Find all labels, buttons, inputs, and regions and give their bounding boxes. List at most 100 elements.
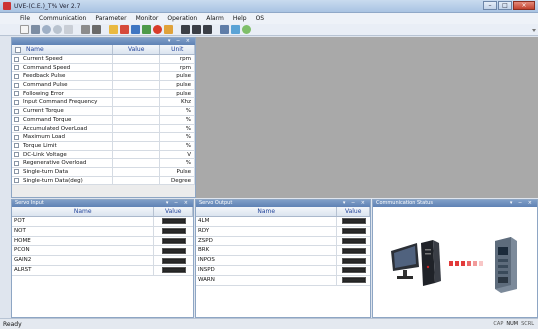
table-row[interactable]: Feedback Pulse pulse	[12, 72, 195, 82]
help-icon[interactable]	[220, 25, 229, 34]
row-checkbox[interactable]	[14, 108, 19, 114]
monitor-item-name[interactable]: Input Command Frequency	[12, 98, 113, 107]
alarm-icon[interactable]	[153, 25, 162, 34]
table-row[interactable]: Accumulated OverLoad%	[12, 124, 195, 134]
row-checkbox[interactable]	[14, 73, 19, 79]
monitor-unit-header[interactable]: Unit	[160, 45, 195, 54]
servo-input-name-header[interactable]: Name	[12, 207, 155, 216]
table-row[interactable]: Following Error pulse	[12, 89, 195, 99]
table-row[interactable]: Command Torque%	[12, 115, 195, 125]
status-bar: Ready CAP NUM SCRL	[0, 318, 538, 329]
new-file-icon[interactable]	[20, 25, 29, 34]
menu-communication[interactable]: Communication	[39, 15, 86, 22]
signal-led-indicator	[341, 218, 366, 225]
table-row[interactable]: Command Speed rpm	[12, 63, 195, 73]
row-checkbox[interactable]	[14, 56, 19, 62]
signal-led-indicator	[161, 247, 186, 254]
settings-icon[interactable]	[242, 25, 251, 34]
jog-icon[interactable]	[142, 25, 151, 34]
table-row[interactable]: Regenerative Overload%	[12, 159, 195, 168]
monitor-item-name[interactable]: Command Pulse	[12, 81, 113, 89]
row-checkbox[interactable]	[14, 65, 19, 71]
row-checkbox[interactable]	[14, 82, 19, 88]
disconnect-icon[interactable]	[42, 25, 51, 34]
monitor-item-name[interactable]: Accumulated OverLoad	[12, 124, 113, 133]
monitor-item-name[interactable]: Following Error	[12, 89, 113, 98]
row-checkbox[interactable]	[14, 152, 19, 158]
minimize-button[interactable]: –	[483, 1, 497, 10]
table-row[interactable]: Command Pulse pulse	[12, 81, 195, 90]
monitor-item-name[interactable]: Single-turn Data(deg)	[12, 176, 113, 185]
window-layout-2-icon[interactable]	[192, 25, 201, 34]
monitor-item-value	[113, 124, 161, 133]
row-checkbox[interactable]	[14, 91, 19, 97]
row-checkbox[interactable]	[14, 169, 19, 175]
table-row[interactable]: Single-turn Data Pulse	[12, 167, 195, 177]
row-checkbox[interactable]	[14, 143, 19, 149]
servo-input-body: POT NOT HOME PCON GAIN2 ALRST	[12, 217, 193, 276]
menu-parameter[interactable]: Parameter	[95, 15, 126, 22]
maximize-button[interactable]: □	[498, 1, 512, 10]
table-row[interactable]: DC-Link Voltage V	[12, 150, 195, 160]
monitor-item-unit: V	[160, 150, 195, 159]
table-row[interactable]: Current Torque%	[12, 107, 195, 116]
row-checkbox[interactable]	[14, 178, 19, 184]
monitor-name-header[interactable]: Name	[12, 45, 113, 54]
table-row[interactable]: Current Speed rpm	[12, 55, 195, 64]
menu-os[interactable]: OS	[256, 15, 265, 22]
monitor-item-name[interactable]: Current Torque	[12, 107, 113, 115]
menu-file[interactable]: File	[20, 15, 30, 22]
servo-input-value-header[interactable]: Value	[154, 207, 193, 216]
row-checkbox[interactable]	[14, 160, 19, 166]
table-row[interactable]: Input Command Frequency Khz	[12, 98, 195, 108]
monitor-item-unit: rpm	[160, 63, 195, 72]
print-icon[interactable]	[81, 25, 90, 34]
menu-operation[interactable]: Operation	[167, 15, 197, 22]
monitor-item-name[interactable]: Current Speed	[12, 55, 113, 63]
print-preview-icon[interactable]	[92, 25, 101, 34]
stop-icon[interactable]	[64, 25, 73, 34]
monitor-item-name[interactable]: Feedback Pulse	[12, 72, 113, 81]
monitor-item-name[interactable]: Regenerative Overload	[12, 159, 113, 167]
menu-monitor[interactable]: Monitor	[136, 15, 159, 22]
servo-output-row: INSPD	[196, 265, 370, 276]
toolbar-overflow-icon[interactable]	[532, 29, 536, 32]
row-checkbox[interactable]	[14, 99, 19, 105]
servo-output-row: INPOS	[196, 256, 370, 266]
communication-status-controls[interactable]: ▾ − ×	[510, 200, 534, 207]
select-all-checkbox[interactable]	[15, 47, 21, 53]
row-checkbox[interactable]	[14, 126, 19, 131]
monitor-item-name[interactable]: DC-Link Voltage	[12, 150, 113, 159]
table-row[interactable]: Maximum Load%	[12, 133, 195, 142]
graph-icon[interactable]	[131, 25, 140, 34]
row-checkbox[interactable]	[14, 117, 19, 123]
servo-input-controls[interactable]: ▾ − ×	[166, 200, 190, 207]
window-layout-3-icon[interactable]	[203, 25, 212, 34]
monitor-panel-controls[interactable]: ▾ − ×	[168, 38, 192, 45]
link-status-icon	[449, 261, 483, 266]
close-button[interactable]: ×	[513, 1, 535, 10]
monitor-icon[interactable]	[120, 25, 129, 34]
table-row[interactable]: Single-turn Data(deg) Degree	[12, 176, 195, 186]
servo-output-name-header[interactable]: Name	[196, 207, 338, 216]
menu-alarm[interactable]: Alarm	[206, 15, 224, 22]
monitor-item-name[interactable]: Torque Limit	[12, 141, 113, 150]
table-row[interactable]: Torque Limit%	[12, 141, 195, 151]
servo-input-signal-name: PCON	[12, 246, 155, 256]
connect-icon[interactable]	[31, 25, 40, 34]
num-indicator: NUM	[506, 321, 519, 327]
servo-output-controls[interactable]: ▾ − ×	[343, 200, 367, 207]
monitor-item-name[interactable]: Maximum Load	[12, 133, 113, 141]
refresh-icon[interactable]	[53, 25, 62, 34]
info-icon[interactable]	[231, 25, 240, 34]
parameter-icon[interactable]	[109, 25, 118, 34]
monitor-item-name[interactable]: Command Torque	[12, 115, 113, 124]
servo-output-value-header[interactable]: Value	[337, 207, 370, 216]
monitor-item-name[interactable]: Command Speed	[12, 63, 113, 72]
tuning-icon[interactable]	[164, 25, 173, 34]
row-checkbox[interactable]	[14, 134, 19, 140]
monitor-value-header[interactable]: Value	[113, 45, 161, 54]
window-layout-1-icon[interactable]	[181, 25, 190, 34]
menu-help[interactable]: Help	[233, 15, 247, 22]
monitor-item-name[interactable]: Single-turn Data	[12, 167, 113, 176]
